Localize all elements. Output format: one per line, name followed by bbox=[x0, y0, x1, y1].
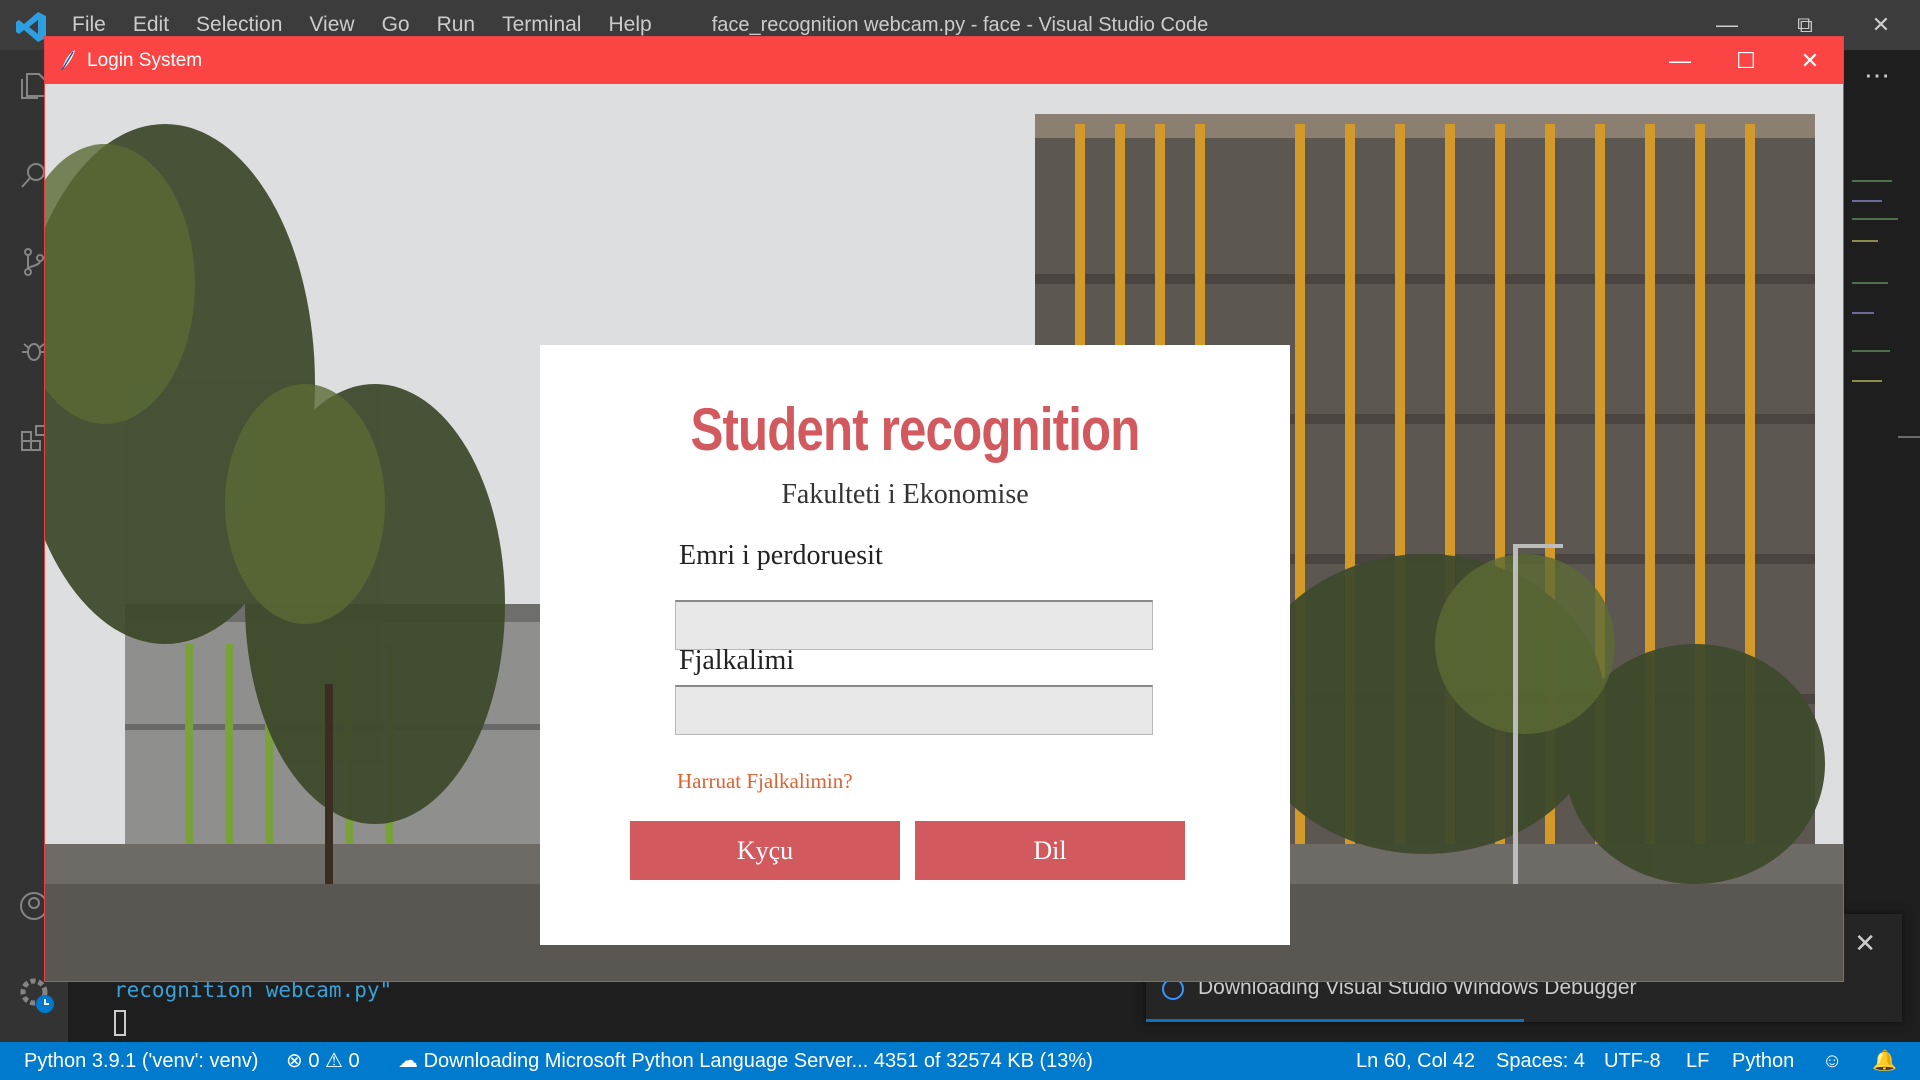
forgot-password-link[interactable]: Harruat Fjalkalimin? bbox=[677, 769, 853, 794]
exit-button[interactable]: Dil bbox=[915, 821, 1185, 880]
more-actions-icon[interactable]: ⋯ bbox=[1864, 60, 1892, 91]
terminal-cursor bbox=[114, 1010, 126, 1036]
login-titlebar: Login System — ☐ ✕ bbox=[45, 37, 1843, 84]
status-bar: Python 3.9.1 ('venv': venv) ⊗ 0 ⚠ 0 ☁ Do… bbox=[0, 1042, 1920, 1080]
terminal-panel[interactable]: recognition webcam.py" bbox=[68, 978, 1144, 1042]
indentation[interactable]: Spaces: 4 bbox=[1496, 1042, 1585, 1080]
language-mode[interactable]: Python bbox=[1732, 1042, 1794, 1080]
notification-progress-bar bbox=[1146, 1019, 1524, 1022]
cloud-download-icon: ☁ bbox=[398, 1050, 418, 1072]
page-title: Student recognition bbox=[690, 396, 1140, 463]
python-interpreter[interactable]: Python 3.9.1 ('venv': venv) bbox=[24, 1042, 258, 1080]
login-minimize-button[interactable]: — bbox=[1645, 37, 1715, 84]
login-window-title: Login System bbox=[87, 50, 203, 71]
download-text: Downloading Microsoft Python Language Se… bbox=[423, 1050, 1093, 1072]
login-card: Student recognition Fakulteti i Ekonomis… bbox=[540, 345, 1290, 945]
notification-close-icon[interactable]: ✕ bbox=[1854, 928, 1876, 959]
error-icon: ⊗ bbox=[286, 1050, 303, 1072]
faculty-subtitle: Fakulteti i Ekonomise bbox=[781, 479, 1029, 510]
username-label: Emri i perdoruesit bbox=[679, 540, 883, 571]
encoding[interactable]: UTF-8 bbox=[1604, 1042, 1661, 1080]
login-maximize-button[interactable]: ☐ bbox=[1711, 37, 1781, 84]
problems-indicator[interactable]: ⊗ 0 ⚠ 0 bbox=[286, 1042, 360, 1080]
editor-minimap bbox=[1844, 50, 1920, 1042]
login-close-button[interactable]: ✕ bbox=[1775, 37, 1845, 84]
feather-icon bbox=[61, 50, 75, 71]
password-label: Fjalkalimi bbox=[679, 645, 795, 676]
warning-count: 0 bbox=[348, 1050, 360, 1072]
username-field[interactable] bbox=[675, 600, 1153, 650]
login-window: Login System — ☐ ✕ Student recognition F… bbox=[44, 36, 1844, 982]
notifications-bell-icon[interactable]: 🔔 bbox=[1872, 1042, 1897, 1080]
cursor-position[interactable]: Ln 60, Col 42 bbox=[1356, 1042, 1475, 1080]
password-field[interactable] bbox=[675, 685, 1153, 735]
error-count: 0 bbox=[308, 1050, 320, 1072]
background-image: Student recognition Fakulteti i Ekonomis… bbox=[45, 84, 1843, 981]
end-of-line[interactable]: LF bbox=[1686, 1042, 1709, 1080]
warning-icon: ⚠ bbox=[325, 1050, 343, 1072]
close-button[interactable]: ✕ bbox=[1848, 0, 1914, 50]
download-status: ☁ Downloading Microsoft Python Language … bbox=[398, 1042, 1093, 1080]
login-button[interactable]: Kyçu bbox=[630, 821, 900, 880]
feedback-icon[interactable]: ☺ bbox=[1822, 1042, 1842, 1080]
